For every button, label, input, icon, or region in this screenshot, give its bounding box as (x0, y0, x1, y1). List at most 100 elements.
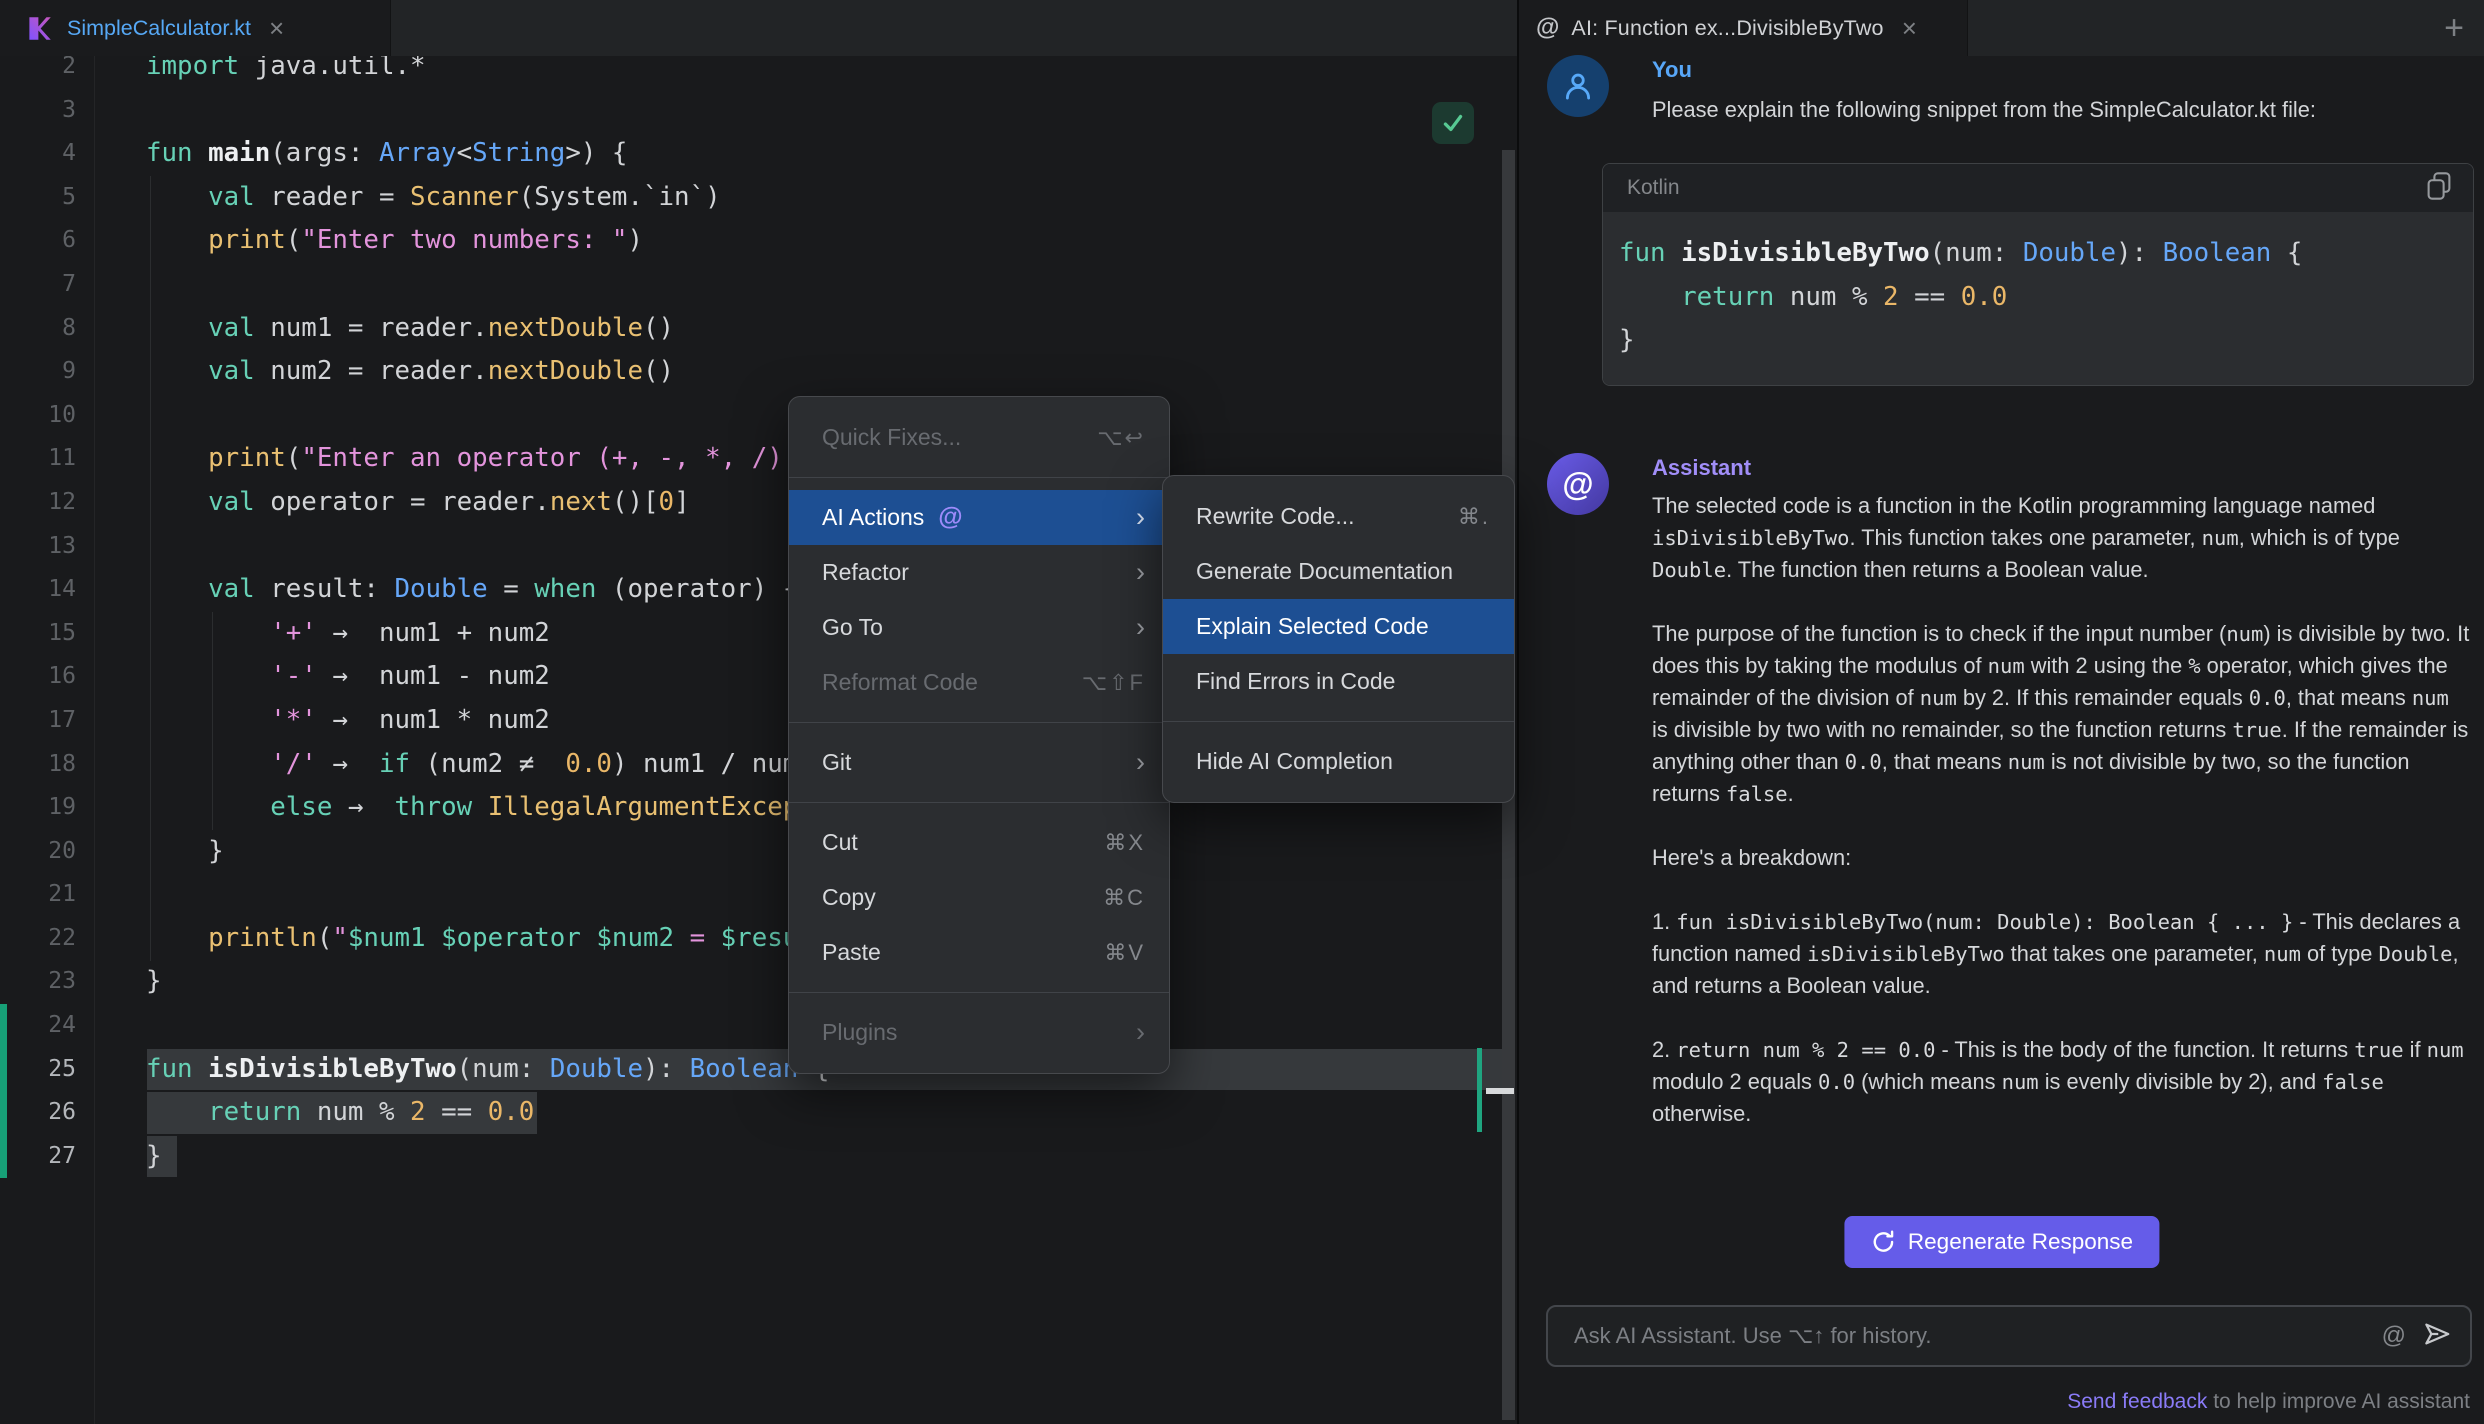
menu-item-label: Git (822, 749, 851, 776)
snippet-line: return num % 2 == 0.0 (1619, 276, 2473, 320)
code-line[interactable]: 9 val num2 = reader.nextDouble() (0, 350, 1517, 394)
menu-item-plugins: Plugins› (789, 1005, 1169, 1060)
ai-menu-item-generate-documentation[interactable]: Generate Documentation (1163, 544, 1514, 599)
menu-shortcut: ⌥⇧F (1082, 670, 1145, 696)
code-line[interactable]: 26 return num % 2 == 0.0 (0, 1091, 1517, 1135)
line-number: 5 (0, 176, 76, 220)
mention-icon[interactable]: @ (2382, 1322, 2406, 1350)
send-icon (2422, 1319, 2452, 1349)
indent-guide (150, 176, 151, 961)
submenu-chevron-icon: › (1136, 504, 1145, 531)
editor-context-menu: Quick Fixes...⌥↩AI Actions@›Refactor›Go … (788, 396, 1170, 1074)
code-text: fun isDivisibleByTwo(num: Double): Boole… (146, 1048, 829, 1092)
line-number: 23 (0, 960, 76, 1004)
submenu-chevron-icon: › (1136, 559, 1145, 586)
menu-item-label: Cut (822, 829, 858, 856)
menu-shortcut: ⌥↩ (1097, 425, 1145, 451)
line-number: 3 (0, 89, 76, 133)
inspections-ok-badge[interactable] (1432, 102, 1474, 144)
line-number: 9 (0, 350, 76, 394)
code-text: '-' → num1 - num2 (146, 655, 550, 699)
menu-item-copy[interactable]: Copy⌘C (789, 870, 1169, 925)
code-snippet-body[interactable]: fun isDivisibleByTwo(num: Double): Boole… (1603, 212, 2473, 385)
menu-item-go-to[interactable]: Go To› (789, 600, 1169, 655)
line-number: 15 (0, 612, 76, 656)
menu-separator (789, 477, 1169, 478)
code-line[interactable]: 3 (0, 89, 1517, 133)
new-chat-button[interactable]: + (2444, 10, 2464, 46)
ai-chat-tab-close-icon[interactable]: × (1902, 13, 1917, 44)
code-text: print("Enter two numbers: ") (146, 219, 643, 263)
menu-separator (789, 802, 1169, 803)
menu-shortcut: ⌘. (1458, 504, 1490, 530)
user-avatar (1547, 55, 1609, 117)
menu-item-ai-actions[interactable]: AI Actions@› (789, 490, 1169, 545)
scrollbar-caret-marker (1486, 1088, 1514, 1094)
ai-chat-tab[interactable]: @ AI: Function ex...DivisibleByTwo × (1519, 0, 1967, 56)
code-line[interactable]: 20 } (0, 830, 1517, 874)
ai-assistant-panel: + @ AI: Function ex...DivisibleByTwo × Y… (1517, 0, 2484, 1424)
check-icon (1440, 110, 1466, 136)
menu-item-label: Reformat Code (822, 669, 978, 696)
code-line[interactable]: 5 val reader = Scanner(System.`in`) (0, 176, 1517, 220)
line-number: 17 (0, 699, 76, 743)
scrollbar-selection-marker (1477, 1048, 1482, 1132)
menu-item-paste[interactable]: Paste⌘V (789, 925, 1169, 980)
code-line[interactable]: 25fun isDivisibleByTwo(num: Double): Boo… (0, 1048, 1517, 1092)
menu-shortcut: ⌘X (1104, 830, 1145, 856)
code-line[interactable]: 6 print("Enter two numbers: ") (0, 219, 1517, 263)
code-line[interactable]: 7 (0, 263, 1517, 307)
ai-menu-item-find-errors-in-code[interactable]: Find Errors in Code (1163, 654, 1514, 709)
chat-input[interactable] (1556, 1323, 2382, 1349)
copy-icon (2425, 171, 2453, 201)
code-line[interactable]: 4fun main(args: Array<String>) { (0, 132, 1517, 176)
send-button[interactable] (2422, 1319, 2452, 1354)
menu-item-label: Paste (822, 939, 881, 966)
code-line[interactable]: 21 (0, 873, 1517, 917)
regenerate-response-button[interactable]: Regenerate Response (1844, 1216, 2159, 1268)
kotlin-icon (26, 15, 53, 42)
tab-close-icon[interactable]: × (269, 13, 284, 44)
ai-menu-item-hide-ai-completion[interactable]: Hide AI Completion (1163, 734, 1514, 789)
code-line[interactable]: 24 (0, 1004, 1517, 1048)
line-number: 16 (0, 655, 76, 699)
code-line[interactable]: 22 println("$num1 $operator $num2 = $res… (0, 917, 1517, 961)
code-text: } (146, 1135, 162, 1179)
menu-item-refactor[interactable]: Refactor› (789, 545, 1169, 600)
gutter-separator (94, 56, 95, 1424)
copy-code-button[interactable] (2425, 171, 2453, 206)
ai-menu-item-explain-selected-code[interactable]: Explain Selected Code (1163, 599, 1514, 654)
submenu-chevron-icon: › (1136, 614, 1145, 641)
line-number: 14 (0, 568, 76, 612)
menu-item-label: Hide AI Completion (1196, 748, 1393, 775)
menu-item-reformat-code: Reformat Code ⌥⇧F (789, 655, 1169, 710)
code-line[interactable]: 27} (0, 1135, 1517, 1179)
code-line[interactable]: 8 val num1 = reader.nextDouble() (0, 307, 1517, 351)
line-number: 27 (0, 1135, 76, 1179)
menu-item-cut[interactable]: Cut ⌘X (789, 815, 1169, 870)
tab-simplecalculator[interactable]: SimpleCalculator.kt × (0, 0, 390, 56)
line-number: 22 (0, 917, 76, 961)
menu-separator (789, 992, 1169, 993)
submenu-chevron-icon: › (1136, 1019, 1145, 1046)
line-number: 11 (0, 437, 76, 481)
refresh-icon (1870, 1229, 1896, 1255)
submenu-chevron-icon: › (1136, 749, 1145, 776)
menu-item-git[interactable]: Git › (789, 735, 1169, 790)
code-line[interactable]: 10 (0, 394, 1517, 438)
ai-swirl-icon: @ (1562, 466, 1593, 503)
line-number: 24 (0, 1004, 76, 1048)
send-feedback-link[interactable]: Send feedback (2067, 1390, 2207, 1413)
menu-item-label: Rewrite Code... (1196, 503, 1355, 530)
code-text: '*' → num1 * num2 (146, 699, 550, 743)
code-text: val num2 = reader.nextDouble() (146, 350, 674, 394)
tab-title: SimpleCalculator.kt (67, 16, 251, 41)
snippet-line: fun isDivisibleByTwo(num: Double): Boole… (1619, 232, 2473, 276)
menu-item-label: Explain Selected Code (1196, 613, 1429, 640)
editor-tab-bar: SimpleCalculator.kt × (0, 0, 1517, 56)
code-text: val num1 = reader.nextDouble() (146, 307, 674, 351)
code-text: val operator = reader.next()[0] (146, 481, 690, 525)
ai-menu-item-rewrite-code[interactable]: Rewrite Code... ⌘. (1163, 489, 1514, 544)
menu-item-label: Generate Documentation (1196, 558, 1453, 585)
code-line[interactable]: 23} (0, 960, 1517, 1004)
